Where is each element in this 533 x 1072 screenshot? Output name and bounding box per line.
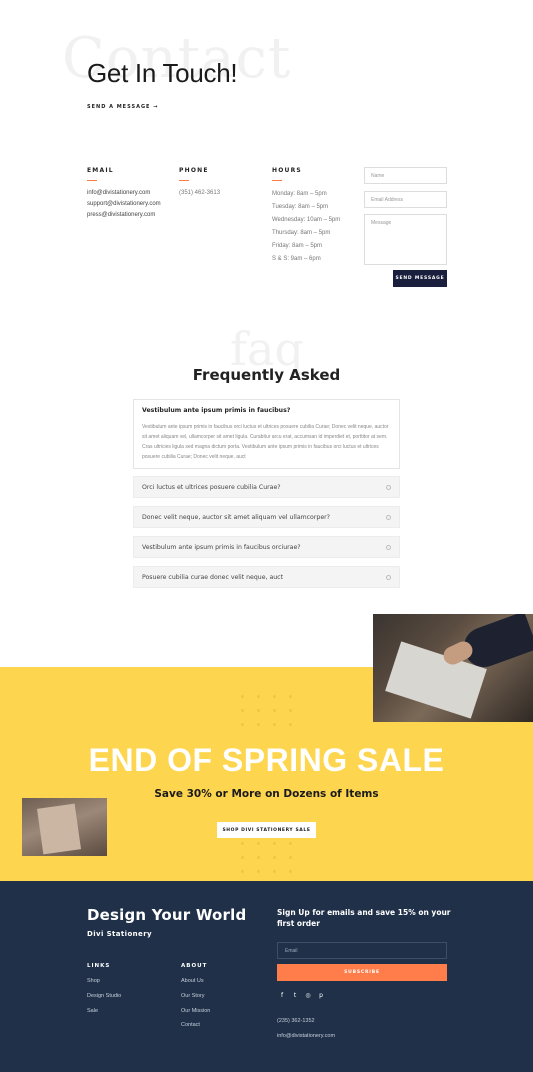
expand-icon — [386, 484, 391, 490]
hours-line: Tuesday: 8am – 5pm — [272, 204, 329, 210]
message-field[interactable]: Message — [364, 214, 447, 265]
shop-sale-button[interactable]: SHOP DIVI STATIONERY SALE — [217, 822, 316, 838]
about-heading: ABOUT — [181, 963, 208, 969]
expand-icon — [386, 544, 391, 550]
signup-text: Sign Up for emails and save 15% on your … — [277, 908, 451, 928]
footer-phone[interactable]: (235) 362-1352 — [277, 1018, 315, 1024]
divider — [179, 180, 189, 181]
footer — [0, 881, 533, 1072]
faq-question: Vestibulum ante ipsum primis in faucibus… — [142, 407, 291, 414]
newsletter-email-input[interactable]: Email — [277, 942, 447, 959]
email-column: EMAIL info@divistationery.com support@di… — [87, 167, 161, 221]
email-field[interactable]: Email Address — [364, 191, 447, 208]
faq-item[interactable]: Orci luctus et ultrices posuere cubilia … — [133, 476, 400, 498]
sale-title: END OF SPRING SALE — [88, 742, 445, 778]
hours-line: Monday: 8am – 5pm — [272, 191, 327, 197]
subscribe-button[interactable]: SUBSCRIBE — [277, 964, 447, 981]
twitter-icon[interactable]: t — [291, 992, 299, 999]
expand-icon — [386, 514, 391, 520]
hours-column: HOURS Monday: 8am – 5pm Tuesday: 8am – 5… — [272, 167, 340, 266]
footer-link-shop[interactable]: Shop — [87, 978, 100, 984]
sale-subtitle: Save 30% or More on Dozens of Items — [154, 788, 379, 800]
signing-photo — [373, 614, 533, 722]
footer-link-about-us[interactable]: About Us — [181, 978, 204, 984]
footer-link-sale[interactable]: Sale — [87, 1008, 98, 1014]
name-field[interactable]: Name — [364, 167, 447, 184]
footer-link-our-story[interactable]: Our Story — [181, 993, 205, 999]
faq-question: Posuere cubilia curae donec velit neque,… — [142, 573, 283, 581]
footer-link-design-studio[interactable]: Design Studio — [87, 993, 121, 999]
email-address[interactable]: support@divistationery.com — [87, 199, 161, 210]
expand-icon — [386, 574, 391, 580]
divider — [87, 180, 97, 181]
footer-email[interactable]: info@divistationery.com — [277, 1033, 335, 1039]
links-heading: LINKS — [87, 963, 111, 969]
faq-item[interactable]: Vestibulum ante ipsum primis in faucibus… — [133, 536, 400, 558]
faq-item[interactable]: Donec velit neque, auctor sit amet aliqu… — [133, 506, 400, 528]
hours-line: Wednesday: 10am – 5pm — [272, 217, 341, 223]
faq-item[interactable]: Posuere cubilia curae donec velit neque,… — [133, 566, 400, 588]
divider — [272, 180, 282, 181]
faq-question: Donec velit neque, auctor sit amet aliqu… — [142, 513, 330, 521]
phone-column: PHONE (351) 462-3613 — [179, 167, 220, 199]
hero-section: Contact Get In Touch! SEND A MESSAGE → — [0, 0, 533, 150]
email-address[interactable]: press@divistationery.com — [87, 210, 161, 221]
faq-item-open[interactable]: Vestibulum ante ipsum primis in faucibus… — [133, 399, 400, 469]
faq-question: Vestibulum ante ipsum primis in faucibus… — [142, 543, 301, 551]
faq-answer: Vestibulum ante ipsum primis in faucibus… — [142, 424, 389, 460]
hours-line: Friday: 8am – 5pm — [272, 243, 323, 249]
page-title: Get In Touch! — [87, 58, 238, 88]
table-setting-photo — [22, 798, 107, 856]
instagram-icon[interactable]: ◎ — [304, 992, 312, 999]
faq-question: Orci luctus et ultrices posuere cubilia … — [142, 483, 281, 491]
faq-title: Frequently Asked — [192, 366, 341, 384]
footer-link-contact[interactable]: Contact — [181, 1022, 200, 1028]
hours-heading: HOURS — [272, 167, 302, 174]
send-message-button[interactable]: SEND MESSAGE — [393, 270, 447, 287]
facebook-icon[interactable]: f — [278, 992, 286, 999]
phone-heading: PHONE — [179, 167, 209, 174]
send-message-link[interactable]: SEND A MESSAGE → — [87, 104, 158, 110]
email-address[interactable]: info@divistationery.com — [87, 188, 161, 199]
email-heading: EMAIL — [87, 167, 114, 174]
footer-subtitle: Divi Stationery — [87, 930, 153, 938]
hours-line: S & S: 9am – 6pm — [272, 256, 321, 262]
pinterest-icon[interactable]: p — [317, 992, 325, 999]
footer-link-our-mission[interactable]: Our Mission — [181, 1008, 210, 1014]
hours-line: Thursday: 8am – 5pm — [272, 230, 331, 236]
footer-brand: Design Your World — [87, 906, 247, 924]
phone-number[interactable]: (351) 462-3613 — [179, 188, 220, 199]
